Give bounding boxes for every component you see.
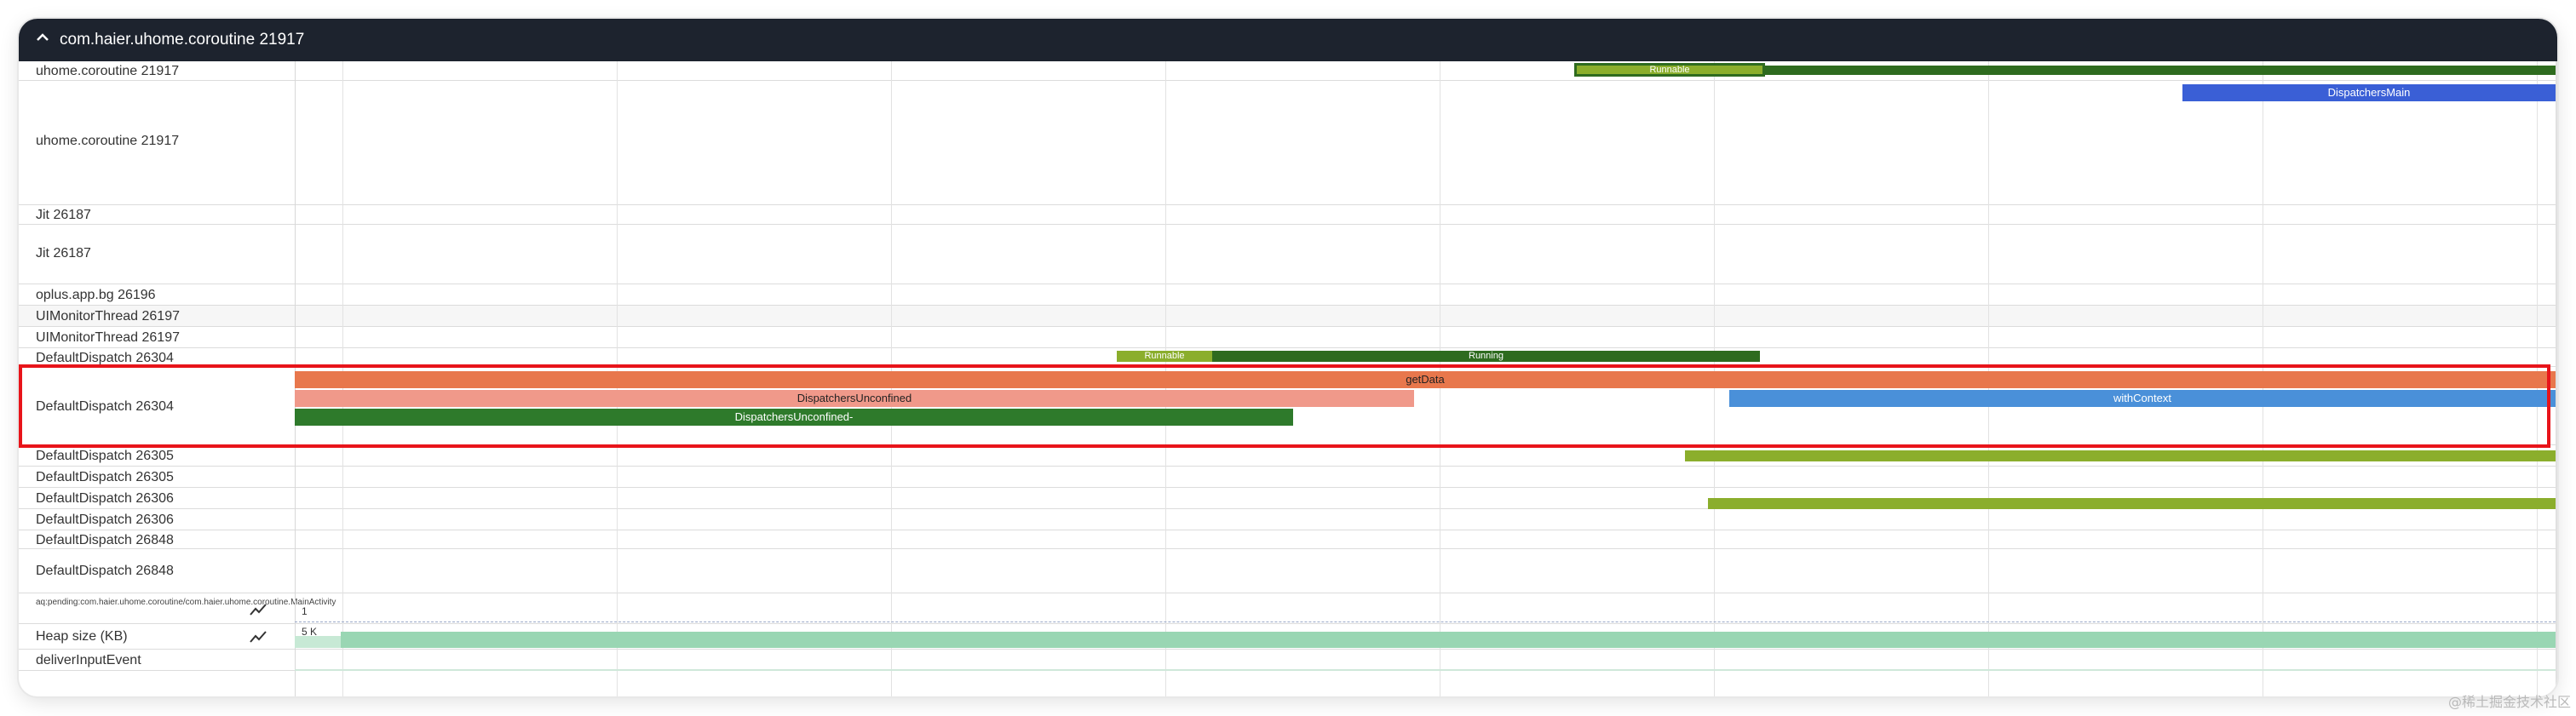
process-title: com.haier.uhome.coroutine 21917 — [60, 31, 305, 49]
track-label: DefaultDispatch 26306 — [36, 513, 174, 527]
slice-dispatchers-unconfined-dash[interactable]: DispatchersUnconfined- — [295, 409, 1293, 426]
track-row[interactable]: UIMonitorThread 26197 — [19, 306, 2557, 327]
track-row[interactable]: DefaultDispatch 26848 — [19, 530, 2557, 549]
track-label: deliverInputEvent — [36, 653, 141, 667]
track-row[interactable]: oplus.app.bg 26196 — [19, 284, 2557, 306]
process-header[interactable]: com.haier.uhome.coroutine 21917 — [19, 19, 2557, 61]
track-label: Jit 26187 — [36, 208, 91, 222]
watermark: @稀土掘金技术社区 — [2447, 694, 2571, 710]
track-label: UIMonitorThread 26197 — [36, 330, 180, 345]
track-row[interactable]: Jit 26187 — [19, 205, 2557, 225]
track-row[interactable]: uhome.coroutine 21917 — [19, 81, 2557, 205]
track-label: DefaultDispatch 26305 — [36, 470, 174, 484]
slice-running[interactable] — [1765, 66, 2556, 75]
track-label: DefaultDispatch 26848 — [36, 564, 174, 578]
counter-value: 1 — [302, 605, 308, 617]
track-label: DefaultDispatch 26305 — [36, 449, 174, 463]
track-label: UIMonitorThread 26197 — [36, 309, 180, 324]
slice-dispatchers-unconfined[interactable]: DispatchersUnconfined — [295, 390, 1414, 407]
slice-get-data[interactable]: getData — [295, 371, 2556, 388]
heap-area — [295, 636, 341, 648]
track-label: oplus.app.bg 26196 — [36, 288, 156, 302]
trace-panel: com.haier.uhome.coroutine 21917 uhome.co… — [19, 19, 2557, 696]
slice-runnable[interactable] — [1708, 498, 2556, 509]
slice-runnable[interactable]: Runnable — [1574, 63, 1765, 77]
input-event-bar — [295, 669, 2556, 671]
track-label: DefaultDispatch 26304 — [36, 399, 174, 414]
track-row[interactable]: UIMonitorThread 26197 — [19, 327, 2557, 348]
chart-line-icon[interactable] — [249, 630, 267, 644]
track-row[interactable]: DefaultDispatch 26848 — [19, 549, 2557, 593]
track-row[interactable]: Jit 26187 — [19, 225, 2557, 284]
counter-track-pending[interactable]: aq:pending:com.haier.uhome.coroutine/com… — [19, 593, 2557, 624]
track-label: aq:pending:com.haier.uhome.coroutine/com… — [36, 598, 336, 607]
track-label: DefaultDispatch 26848 — [36, 533, 174, 547]
slice-dispatchers-main[interactable]: DispatchersMain — [2182, 84, 2556, 101]
track-label: uhome.coroutine 21917 — [36, 134, 180, 148]
track-label: DefaultDispatch 26304 — [36, 351, 174, 365]
chevron-up-icon[interactable] — [32, 27, 53, 48]
slice-with-context[interactable]: withContext — [1729, 390, 2556, 407]
scrollbar[interactable] — [2556, 61, 2557, 696]
counter-baseline — [295, 621, 2556, 623]
track-label: Jit 26187 — [36, 246, 91, 261]
slice-runnable[interactable]: Runnable — [1117, 351, 1212, 362]
track-label: uhome.coroutine 21917 — [36, 64, 180, 78]
slice-runnable[interactable] — [1685, 450, 2556, 461]
heap-area — [341, 632, 2556, 648]
track-row[interactable]: DefaultDispatch 26305 — [19, 467, 2557, 488]
slice-running[interactable]: Running — [1212, 351, 1760, 362]
track-label: DefaultDispatch 26306 — [36, 491, 174, 506]
track-label: Heap size (KB) — [36, 629, 128, 644]
track-row[interactable]: DefaultDispatch 26306 — [19, 509, 2557, 530]
track-row[interactable]: deliverInputEvent — [19, 650, 2557, 671]
chart-line-icon[interactable] — [249, 603, 267, 616]
